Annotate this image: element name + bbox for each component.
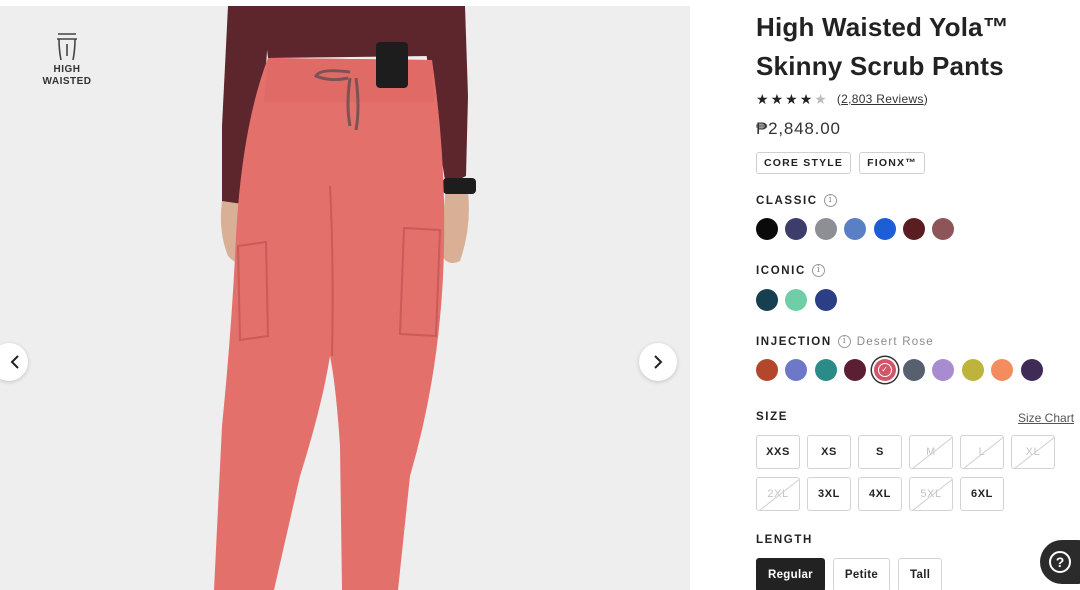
color-swatch-injection-8[interactable] (961, 359, 984, 381)
size-option-xxs[interactable]: XXS (756, 435, 800, 469)
length-options: Regular Petite Tall (756, 558, 943, 590)
color-swatch-classic-5[interactable] (873, 218, 896, 240)
color-swatch-classic-3[interactable] (814, 218, 837, 240)
injection-label: INJECTION i Desert Rose (756, 335, 934, 348)
tag-fionx: FIONX™ (859, 152, 925, 174)
color-swatch-classic-4[interactable] (844, 218, 867, 240)
high-waisted-badge: HIGH WAISTED (36, 30, 98, 88)
star-icon: ★ (785, 91, 798, 107)
injection-swatch-row: ✓ (756, 359, 1050, 381)
check-icon: ✓ (877, 363, 892, 377)
chevron-right-icon (654, 355, 663, 369)
color-swatch-injection-6[interactable] (902, 359, 925, 381)
size-option-2xl: 2XL (756, 477, 800, 511)
product-title-line2: Skinny Scrub Pants (756, 51, 1004, 81)
product-image (214, 6, 476, 590)
size-row: 2XL 3XL 4XL 5XL 6XL (756, 477, 1004, 511)
star-icon: ★ (756, 91, 769, 107)
reviews-count: 2,803 Reviews (841, 92, 924, 106)
product-title-line1: High Waisted Yola™ (756, 12, 1010, 42)
tag-list: CORE STYLE FIONX™ (756, 152, 925, 174)
star-icon: ★ (770, 91, 784, 107)
length-label: LENGTH (756, 534, 813, 546)
size-option-s[interactable]: S (858, 435, 902, 469)
selected-color-name: Desert Rose (856, 335, 934, 348)
color-swatch-injection-7[interactable] (932, 359, 955, 381)
color-swatch-iconic-1[interactable] (756, 289, 778, 311)
price: ₱2,848.00 (756, 119, 841, 138)
size-label: SIZE (756, 411, 788, 423)
color-swatch-injection-2[interactable] (785, 359, 808, 381)
help-chat-button[interactable]: ? (1040, 540, 1080, 584)
size-option-3xl[interactable]: 3XL (807, 477, 851, 511)
size-option-xs[interactable]: XS (807, 435, 851, 469)
color-swatch-iconic-2[interactable] (785, 289, 808, 311)
star-rating: ★ ★ ★ ★ ★ (756, 90, 827, 108)
color-swatch-injection-1[interactable] (756, 359, 778, 381)
next-image-button[interactable] (639, 343, 677, 381)
product-title: High Waisted Yola™ Skinny Scrub Pants (756, 8, 1056, 86)
injection-label-text: INJECTION (756, 335, 832, 348)
reviews-link[interactable]: (2,803 Reviews) (837, 92, 928, 106)
iconic-label-text: ICONIC (756, 264, 806, 277)
size-option-xl: XL (1011, 435, 1055, 469)
info-icon[interactable]: i (837, 335, 851, 348)
length-option-regular[interactable]: Regular (756, 558, 825, 590)
iconic-swatch-row (756, 289, 844, 311)
product-gallery: HIGH WAISTED (0, 6, 690, 590)
badge-line2: WAISTED (42, 76, 92, 87)
length-option-tall[interactable]: Tall (898, 558, 943, 590)
info-icon[interactable]: i (811, 264, 825, 277)
size-option-l: L (960, 435, 1004, 469)
rating-row: ★ ★ ★ ★ ★ (2,803 Reviews) (756, 90, 928, 108)
color-swatch-injection-9[interactable] (991, 359, 1014, 381)
star-icon: ★ (799, 91, 813, 107)
product-info-panel: High Waisted Yola™ Skinny Scrub Pants ★ … (756, 0, 1080, 590)
waist-icon (57, 33, 77, 61)
help-icon: ? (1049, 551, 1071, 573)
half-star-icon: ★ (814, 91, 827, 107)
badge-line1: HIGH (53, 64, 81, 75)
color-swatch-classic-7[interactable] (932, 218, 955, 240)
color-swatch-injection-4[interactable] (844, 359, 867, 381)
color-swatch-injection-3[interactable] (814, 359, 837, 381)
tag-core-style: CORE STYLE (756, 152, 852, 174)
info-icon[interactable]: i (823, 194, 837, 207)
color-swatch-iconic-3[interactable] (814, 289, 837, 311)
size-option-6xl[interactable]: 6XL (960, 477, 1004, 511)
classic-label-text: CLASSIC (756, 194, 818, 207)
color-swatch-injection-5[interactable]: ✓ (873, 359, 896, 381)
chevron-left-icon (10, 355, 19, 369)
iconic-label: ICONIC i (756, 264, 825, 277)
length-option-petite[interactable]: Petite (832, 558, 891, 590)
size-option-4xl[interactable]: 4XL (858, 477, 902, 511)
size-chart-link[interactable]: Size Chart (1018, 411, 1074, 425)
color-swatch-classic-6[interactable] (902, 218, 925, 240)
classic-label: CLASSIC i (756, 194, 837, 207)
classic-swatch-row (756, 218, 962, 240)
size-option-m: M (909, 435, 953, 469)
size-option-5xl: 5XL (909, 477, 953, 511)
size-row: XXS XS S M L XL (756, 435, 1055, 469)
color-swatch-injection-10[interactable] (1020, 359, 1043, 381)
color-swatch-classic-1[interactable] (756, 218, 778, 240)
color-swatch-classic-2[interactable] (785, 218, 808, 240)
